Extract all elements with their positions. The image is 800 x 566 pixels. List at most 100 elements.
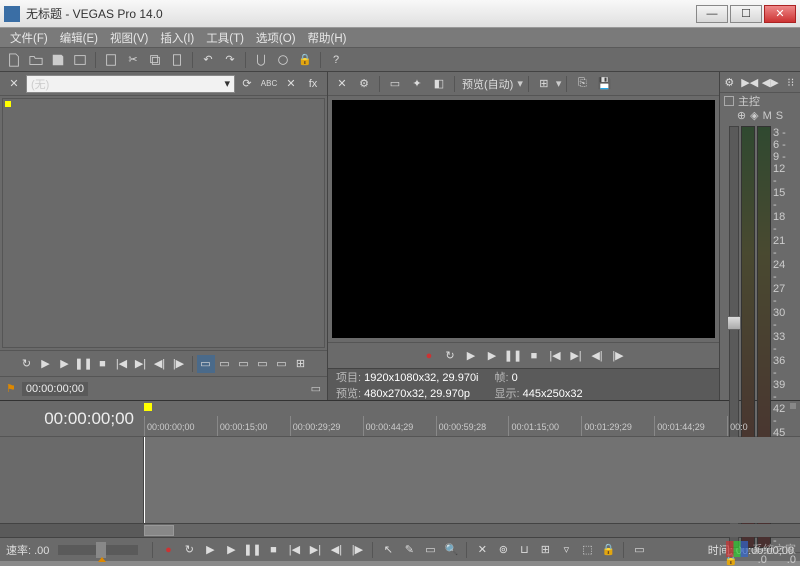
master-gear-icon[interactable]: ⚙ <box>720 72 739 92</box>
preview-split-icon[interactable]: ◧ <box>429 74 449 94</box>
track-area[interactable] <box>144 437 800 523</box>
prev-frame-icon[interactable]: ◀| <box>587 346 607 366</box>
select-tool-icon[interactable]: ▭ <box>421 541 439 559</box>
safe-icon[interactable]: ⊞ <box>292 355 310 373</box>
preview-gear-icon[interactable]: ⚙ <box>354 74 374 94</box>
explorer-timecode[interactable]: 00:00:00;00 <box>22 382 88 396</box>
master-prev-icon[interactable]: ▶◀ <box>741 72 760 92</box>
prev-frame-icon[interactable]: ◀| <box>327 541 345 559</box>
chevron-down-icon[interactable]: ▾ <box>556 77 562 90</box>
explorer-close-icon[interactable]: ✕ <box>4 74 24 94</box>
preview-close-icon[interactable]: ✕ <box>332 74 352 94</box>
timeline-scrollbar[interactable] <box>0 523 800 537</box>
stop-icon[interactable]: ■ <box>94 355 112 373</box>
quantize-icon[interactable]: ⊞ <box>536 541 554 559</box>
full-icon[interactable]: ▭ <box>235 355 253 373</box>
pause-icon[interactable]: ❚❚ <box>243 541 261 559</box>
chevron-down-icon[interactable]: ▾ <box>517 77 523 90</box>
lock-icon[interactable]: 🔒 <box>599 541 617 559</box>
scrollbar-thumb[interactable] <box>144 525 174 536</box>
copy-icon[interactable] <box>145 50 165 70</box>
help-icon[interactable]: ? <box>326 50 346 70</box>
stop-icon[interactable]: ■ <box>264 541 282 559</box>
preview-mode-label[interactable]: 预览(自动) <box>462 76 513 92</box>
pause-icon[interactable]: ❚❚ <box>503 346 523 366</box>
overlay-icon[interactable]: ▭ <box>273 355 291 373</box>
new-icon[interactable] <box>4 50 24 70</box>
next-frame-icon[interactable]: |▶ <box>608 346 628 366</box>
play-icon[interactable]: ▶ <box>201 541 219 559</box>
edit-tool-icon[interactable]: ↖ <box>379 541 397 559</box>
end-marker-icon[interactable] <box>790 403 796 409</box>
explorer-abc-icon[interactable]: ABC <box>259 74 279 94</box>
minimize-button[interactable]: — <box>696 5 728 23</box>
master-solo-button[interactable]: S <box>776 110 783 122</box>
menu-edit[interactable]: 编辑(E) <box>54 28 104 48</box>
menu-tools[interactable]: 工具(T) <box>200 28 250 48</box>
marker-icon[interactable]: ▿ <box>557 541 575 559</box>
play-from-start-icon[interactable]: ▶ <box>56 355 74 373</box>
menu-file[interactable]: 文件(F) <box>4 28 54 48</box>
preview-video[interactable] <box>332 100 715 338</box>
explorer-refresh-icon[interactable]: ⟳ <box>237 74 257 94</box>
open-icon[interactable] <box>26 50 46 70</box>
play-icon[interactable]: ▶ <box>461 346 481 366</box>
close-button[interactable]: ✕ <box>764 5 796 23</box>
master-automation-icon[interactable]: ◈ <box>750 109 758 122</box>
master-mute-button[interactable]: M <box>763 110 772 122</box>
preview-fx-icon[interactable]: ✦ <box>407 74 427 94</box>
next-frame-icon[interactable]: |▶ <box>170 355 188 373</box>
play-start-icon[interactable]: ▶ <box>222 541 240 559</box>
timeline-current-time[interactable]: 00:00:00;00 <box>0 401 144 436</box>
next-frame-icon[interactable]: |▶ <box>348 541 366 559</box>
preview-save-icon[interactable]: 💾 <box>594 74 614 94</box>
envelope-tool-icon[interactable]: ✎ <box>400 541 418 559</box>
record-icon[interactable]: ● <box>419 346 439 366</box>
record-icon[interactable]: ● <box>159 541 177 559</box>
explorer-dropdown[interactable]: (无) ▾ <box>26 75 235 93</box>
lock-icon[interactable]: 🔒 <box>295 50 315 70</box>
master-mixer-icon[interactable]: ⁝⁝ <box>782 72 800 92</box>
go-end-icon[interactable]: ▶| <box>306 541 324 559</box>
cut-icon[interactable]: ✂ <box>123 50 143 70</box>
region-icon[interactable]: ⬚ <box>578 541 596 559</box>
menu-insert[interactable]: 插入(I) <box>154 28 200 48</box>
stop-icon[interactable]: ■ <box>524 346 544 366</box>
crossfade-icon[interactable]: ✕ <box>473 541 491 559</box>
go-start-icon[interactable]: |◀ <box>113 355 131 373</box>
pause-icon[interactable]: ❚❚ <box>75 355 93 373</box>
save-icon[interactable] <box>48 50 68 70</box>
auto-ripple-icon[interactable]: ⊚ <box>494 541 512 559</box>
auto-ripple-icon[interactable] <box>273 50 293 70</box>
go-end-icon[interactable]: ▶| <box>566 346 586 366</box>
external-icon[interactable]: ▭ <box>254 355 272 373</box>
go-start-icon[interactable]: |◀ <box>285 541 303 559</box>
playhead[interactable] <box>144 437 145 523</box>
paste-icon[interactable] <box>167 50 187 70</box>
monitor-icon[interactable]: ▭ <box>197 355 215 373</box>
loop-icon[interactable]: ↻ <box>440 346 460 366</box>
play-icon[interactable]: ▶ <box>37 355 55 373</box>
preview-ext-icon[interactable]: ▭ <box>385 74 405 94</box>
preview-copy-icon[interactable]: ⎘ <box>572 74 592 94</box>
zoom-tool-icon[interactable]: 🔍 <box>442 541 460 559</box>
menu-view[interactable]: 视图(V) <box>104 28 154 48</box>
timeline-ruler[interactable]: 00:00:00;0000:00:15;0000:00:29;2900:00:4… <box>144 401 800 436</box>
prev-frame-icon[interactable]: ◀| <box>151 355 169 373</box>
layout-icon[interactable]: ▭ <box>630 541 648 559</box>
explorer-delete-icon[interactable]: ✕ <box>281 74 301 94</box>
explorer-fx-icon[interactable]: fx <box>303 74 323 94</box>
go-start-icon[interactable]: |◀ <box>545 346 565 366</box>
track-header-area[interactable] <box>0 437 144 523</box>
loop-icon[interactable]: ↻ <box>18 355 36 373</box>
master-insert-icon[interactable]: ⊕ <box>737 109 746 122</box>
thumbnail-icon[interactable]: ▭ <box>311 382 321 395</box>
rate-slider[interactable] <box>58 545 138 555</box>
menu-options[interactable]: 选项(O) <box>250 28 302 48</box>
loop-icon[interactable]: ↻ <box>180 541 198 559</box>
render-icon[interactable] <box>70 50 90 70</box>
snap-icon[interactable]: ⊔ <box>515 541 533 559</box>
split-icon[interactable]: ▭ <box>216 355 234 373</box>
cursor-marker-icon[interactable] <box>144 403 152 411</box>
menu-help[interactable]: 帮助(H) <box>302 28 353 48</box>
